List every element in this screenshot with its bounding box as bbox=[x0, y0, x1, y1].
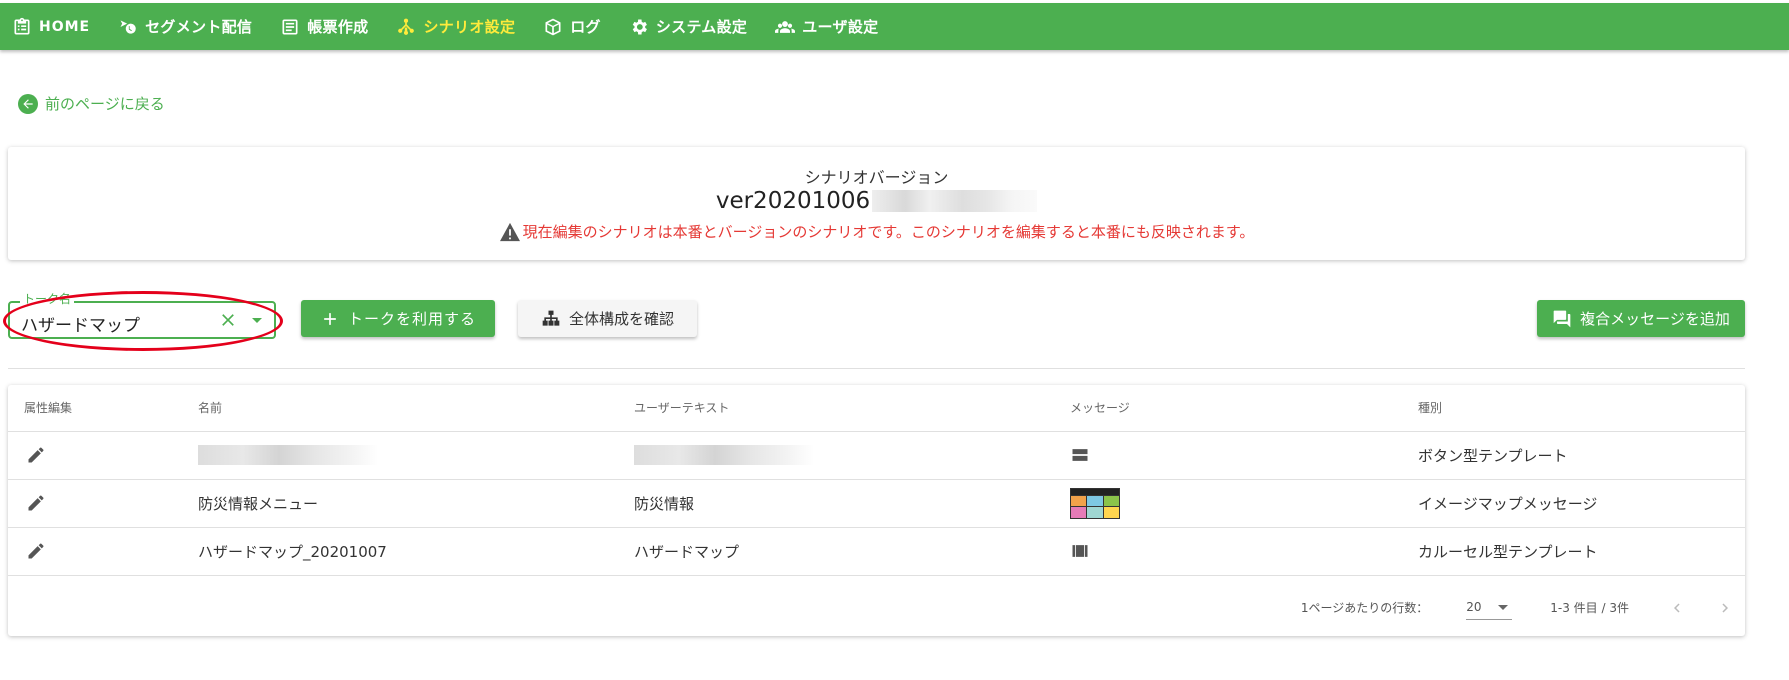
package-icon bbox=[545, 18, 561, 35]
type-cell: カルーセル型テンプレート bbox=[1402, 527, 1745, 576]
section-divider bbox=[8, 368, 1745, 369]
message-cell bbox=[1054, 527, 1402, 576]
user-text-cell: ハザードマップ bbox=[618, 527, 1054, 576]
edit-cell[interactable] bbox=[8, 527, 182, 576]
name-cell bbox=[182, 431, 618, 480]
document-icon bbox=[282, 19, 298, 34]
user-text-cell bbox=[618, 431, 1054, 480]
message-icon bbox=[1553, 310, 1571, 327]
table-header-row: 属性編集 名前 ユーザーテキスト メッセージ 種別 bbox=[8, 385, 1745, 432]
gear-icon bbox=[632, 19, 647, 34]
clear-icon[interactable] bbox=[218, 310, 238, 330]
nav-user-settings[interactable]: ユーザ設定 bbox=[775, 16, 878, 37]
chevron-right-icon bbox=[1722, 603, 1728, 612]
column-header-edit: 属性編集 bbox=[8, 385, 182, 432]
redacted-version-suffix bbox=[872, 190, 1038, 212]
version-warning: 現在編集のシナリオは本番とバージョンのシナリオです。このシナリオを編集すると本番… bbox=[8, 221, 1745, 242]
plus-icon bbox=[324, 312, 336, 325]
add-compound-message-button[interactable]: 複合メッセージを追加 bbox=[1537, 300, 1745, 337]
view-structure-button[interactable]: 全体構成を確認 bbox=[518, 300, 697, 337]
edit-cell[interactable] bbox=[8, 479, 182, 528]
pencil-icon[interactable] bbox=[26, 541, 46, 561]
message-cell bbox=[1054, 431, 1402, 480]
talk-select-label: トーク名 bbox=[20, 292, 75, 306]
table-row[interactable]: ボタン型テンプレート bbox=[8, 431, 1745, 480]
type-cell: イメージマップメッセージ bbox=[1402, 479, 1745, 528]
nav-system-label: システム設定 bbox=[655, 18, 748, 36]
chevron-down-icon[interactable] bbox=[252, 318, 262, 323]
talk-name-select[interactable]: トーク名 ハザードマップ bbox=[8, 292, 276, 339]
nav-log[interactable]: ログ bbox=[543, 16, 601, 37]
use-talk-label: トークを利用する bbox=[347, 310, 476, 328]
talk-table: 属性編集 名前 ユーザーテキスト メッセージ 種別 ボタン型テンプレート 防災情… bbox=[8, 385, 1745, 576]
nav-home-label: HOME bbox=[39, 18, 91, 35]
column-header-name: 名前 bbox=[182, 385, 618, 432]
back-link[interactable]: 前のページに戻る bbox=[18, 93, 165, 114]
pencil-icon[interactable] bbox=[26, 493, 46, 513]
table-row[interactable]: ハザードマップ_20201007 ハザードマップ カルーセル型テンプレート bbox=[8, 527, 1745, 576]
chevron-down-icon bbox=[1498, 604, 1509, 610]
nav-report-label: 帳票作成 bbox=[307, 18, 369, 36]
column-header-message: メッセージ bbox=[1054, 385, 1402, 432]
clipboard-icon bbox=[14, 17, 30, 34]
rows-per-page-label: 1ページあたりの行数： bbox=[1300, 601, 1429, 615]
arrow-left-circle-icon bbox=[18, 93, 38, 114]
top-nav-bar: HOME セグメント配信 帳票作成 シナリオ設定 ログ システム設定 ユーザ設定 bbox=[0, 3, 1789, 50]
nav-report[interactable]: 帳票作成 bbox=[280, 16, 368, 37]
button-template-icon bbox=[1072, 449, 1088, 461]
rows-per-page-value: 20 bbox=[1466, 600, 1482, 614]
warning-icon bbox=[499, 222, 520, 241]
back-link-label: 前のページに戻る bbox=[45, 95, 165, 113]
add-compound-label: 複合メッセージを追加 bbox=[1580, 310, 1730, 328]
user-text-cell: 防災情報 bbox=[618, 479, 1054, 528]
prev-page-button[interactable] bbox=[1665, 596, 1689, 620]
talk-table-card: 属性編集 名前 ユーザーテキスト メッセージ 種別 ボタン型テンプレート 防災情… bbox=[8, 385, 1745, 636]
edit-cell[interactable] bbox=[8, 431, 182, 480]
version-warning-text: 現在編集のシナリオは本番とバージョンのシナリオです。このシナリオを編集すると本番… bbox=[522, 223, 1255, 241]
users-icon bbox=[775, 20, 796, 33]
version-row: ver20201006 bbox=[8, 188, 1745, 214]
nav-home[interactable]: HOME bbox=[12, 17, 90, 37]
scenario-icon bbox=[398, 18, 415, 35]
redacted-user-text bbox=[634, 445, 814, 465]
table-pagination: 1ページあたりの行数： 20 1-3 件目 / 3件 bbox=[8, 579, 1745, 636]
sitemap-icon bbox=[542, 310, 560, 326]
version-heading: シナリオバージョン bbox=[804, 168, 949, 187]
talk-select-value: ハザードマップ bbox=[21, 316, 140, 336]
chevron-left-icon bbox=[1674, 603, 1680, 612]
next-page-button[interactable] bbox=[1713, 596, 1737, 620]
table-row[interactable]: 防災情報メニュー 防災情報 イメージマップメッセージ bbox=[8, 479, 1745, 528]
nav-scenario[interactable]: シナリオ設定 bbox=[396, 16, 515, 37]
name-cell: 防災情報メニュー bbox=[182, 479, 618, 528]
redacted-name bbox=[198, 445, 378, 465]
nav-segment-delivery[interactable]: セグメント配信 bbox=[118, 16, 252, 37]
column-header-type: 種別 bbox=[1402, 385, 1745, 432]
nav-segment-label: セグメント配信 bbox=[145, 18, 253, 36]
message-cell bbox=[1054, 479, 1402, 528]
use-talk-button[interactable]: トークを利用する bbox=[301, 300, 495, 337]
type-cell: ボタン型テンプレート bbox=[1402, 431, 1745, 480]
page-range: 1-3 件目 / 3件 bbox=[1550, 601, 1629, 615]
nav-log-label: ログ bbox=[570, 18, 601, 36]
pencil-icon[interactable] bbox=[26, 445, 46, 465]
column-header-user-text: ユーザーテキスト bbox=[618, 385, 1054, 432]
nav-system-settings[interactable]: システム設定 bbox=[629, 16, 747, 37]
scenario-version-card: シナリオバージョン ver20201006 現在編集のシナリオは本番とバージョン… bbox=[8, 147, 1745, 260]
segment-send-icon bbox=[120, 19, 136, 34]
view-structure-label: 全体構成を確認 bbox=[568, 310, 674, 328]
name-cell: ハザードマップ_20201007 bbox=[182, 527, 618, 576]
carousel-template-icon bbox=[1072, 545, 1088, 557]
rows-per-page-select[interactable]: 20 bbox=[1466, 596, 1513, 620]
nav-scenario-label: シナリオ設定 bbox=[423, 18, 516, 36]
nav-user-label: ユーザ設定 bbox=[802, 18, 879, 36]
version-number: ver20201006 bbox=[715, 188, 871, 214]
imagemap-thumbnail bbox=[1070, 487, 1120, 519]
